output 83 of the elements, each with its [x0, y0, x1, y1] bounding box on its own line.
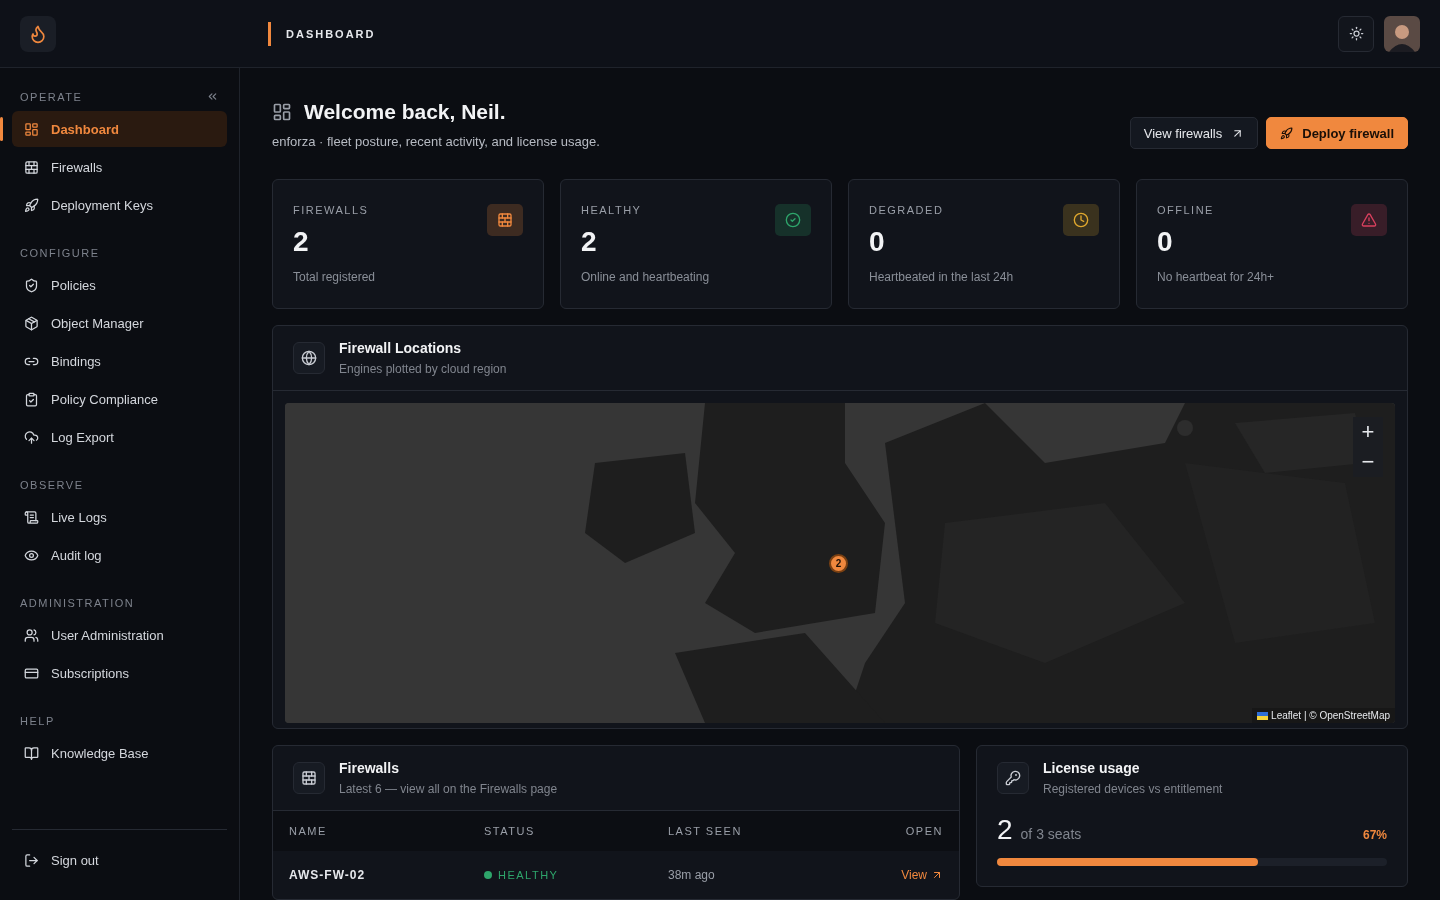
nav-item[interactable]: Object Manager	[12, 305, 227, 341]
nav-item[interactable]: Policies	[12, 267, 227, 303]
brick-wall-icon	[24, 159, 39, 175]
usage-percent: 67%	[1362, 828, 1387, 842]
clipboard-icon	[24, 391, 39, 407]
stat-caption: No heartbeat for 24h+	[1157, 270, 1275, 284]
section-label: ADMINISTRATION	[20, 597, 135, 609]
card-title: Firewalls	[339, 760, 400, 776]
column-header: OPEN	[869, 811, 959, 851]
stat-label: OFFLINE	[1157, 204, 1215, 216]
eye-icon	[24, 547, 39, 563]
flame-logo[interactable]	[20, 15, 56, 52]
nav-item[interactable]: Bindings	[12, 343, 227, 379]
section-label: HELP	[20, 715, 55, 727]
stat-value: 2	[581, 226, 598, 258]
shield-icon	[24, 277, 39, 293]
brick-wall-icon	[497, 212, 513, 228]
card-subtitle: Registered devices vs entitlement	[1043, 782, 1223, 796]
card-subtitle: Latest 6 — view all on the Firewalls page	[339, 782, 558, 796]
table-cell: 38m ago	[668, 868, 715, 882]
status-label: HEALTHY	[484, 869, 559, 881]
section-label: CONFIGURE	[20, 247, 100, 259]
nav-item[interactable]: Log Export	[12, 419, 227, 455]
page-heading: DASHBOARD	[268, 21, 376, 46]
section-label: OBSERVE	[20, 479, 84, 491]
column-header: STATUS	[468, 811, 652, 851]
sign-out-link[interactable]: Sign out	[12, 842, 227, 878]
stat-label: DEGRADED	[869, 204, 945, 216]
table-cell: AWS-FW-02	[289, 868, 366, 882]
stat-value: 2	[293, 226, 310, 258]
flag-icon	[1257, 711, 1269, 720]
page-subtitle: enforza · fleet posture, recent activity, and license usage.	[272, 134, 600, 149]
warning-icon	[1361, 212, 1377, 228]
globe-icon	[293, 342, 325, 374]
nav-item[interactable]: User Administration	[12, 617, 227, 653]
seats-used: 2	[997, 814, 1013, 845]
key-icon	[997, 762, 1029, 794]
card-title: Firewall Locations	[339, 340, 463, 356]
nav-item[interactable]: Subscriptions	[12, 655, 227, 691]
stat-label: HEALTHY	[581, 204, 643, 216]
log-out-icon	[24, 852, 39, 868]
stat-value: 0	[1157, 226, 1174, 258]
sun-icon	[1348, 26, 1364, 41]
dashboard-icon	[272, 102, 292, 122]
column-header: NAME	[273, 811, 468, 851]
nav-item[interactable]: Firewalls	[12, 149, 227, 185]
nav-item[interactable]: Knowledge Base	[12, 735, 227, 771]
seats-total: of 3 seats	[1020, 826, 1082, 842]
credit-card-icon	[24, 665, 39, 681]
check-circle-icon	[785, 212, 801, 228]
users-icon	[24, 627, 39, 643]
nav-item[interactable]: Audit log	[12, 537, 227, 573]
rocket-icon	[24, 197, 39, 213]
card-title: License usage	[1043, 760, 1141, 776]
rocket-icon	[1280, 126, 1294, 140]
section-label: OPERATE	[20, 90, 83, 103]
cloud-upload-icon	[24, 429, 39, 445]
book-icon	[24, 745, 39, 761]
stat-caption: Online and heartbeating	[581, 270, 710, 284]
dashboard-icon	[24, 121, 39, 137]
nav-item[interactable]: Deployment Keys	[12, 187, 227, 223]
nav-item[interactable]: Dashboard	[12, 111, 227, 147]
user-avatar[interactable]	[1384, 15, 1420, 52]
theme-toggle-button[interactable]	[1338, 15, 1374, 52]
deploy-button[interactable]: Deploy firewall	[1266, 117, 1408, 149]
stat-caption: Heartbeated in the last 24h	[869, 270, 1014, 284]
stat-value: 0	[869, 226, 886, 258]
scroll-icon	[24, 509, 39, 525]
stat-label: FIREWALLS	[293, 204, 370, 216]
clock-icon	[1073, 212, 1089, 228]
package-icon	[24, 315, 39, 331]
brick-wall-icon	[293, 762, 325, 794]
view-link[interactable]: View	[901, 868, 943, 882]
arrow-up-right-icon	[931, 869, 943, 881]
selection-indicator	[0, 117, 3, 141]
view-button[interactable]: View firewalls	[1129, 117, 1259, 149]
column-header: LAST SEEN	[652, 811, 869, 851]
nav-item[interactable]: Live Logs	[12, 499, 227, 535]
collapse-icon[interactable]	[206, 90, 219, 103]
welcome-title: Welcome back, Neil.	[304, 100, 506, 124]
stat-caption: Total registered	[293, 270, 376, 284]
card-subtitle: Engines plotted by cloud region	[339, 362, 507, 376]
nav-item[interactable]: Policy Compliance	[12, 381, 227, 417]
